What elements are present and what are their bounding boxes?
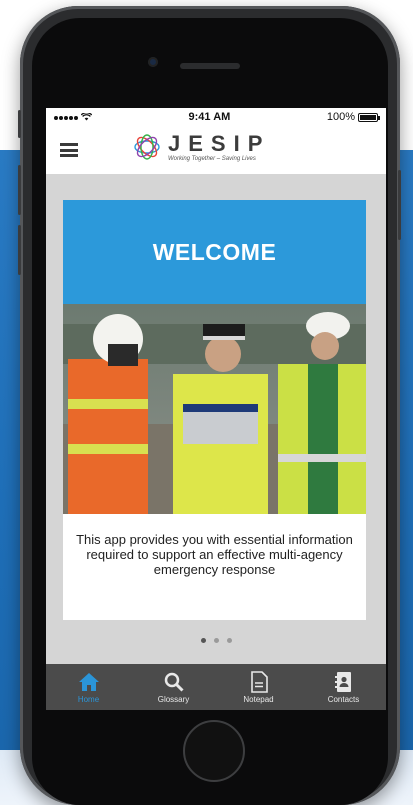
tab-notepad-label: Notepad <box>243 694 274 704</box>
welcome-card[interactable]: WELCOME This app provides you with essen… <box>63 200 366 620</box>
logo-mark-icon <box>134 134 160 160</box>
note-icon <box>250 670 268 693</box>
tab-notepad[interactable]: Notepad <box>216 664 301 710</box>
home-hardware-button[interactable] <box>183 720 245 782</box>
volume-up-button <box>18 165 21 215</box>
page-dot-3[interactable] <box>226 638 232 643</box>
signal-bars-icon <box>54 112 79 123</box>
wifi-icon <box>81 113 92 121</box>
logo-tagline: Working Together – Saving Lives <box>168 155 256 162</box>
battery-percent: 100% <box>326 111 355 123</box>
battery-icon <box>357 112 380 122</box>
earpiece-speaker <box>180 63 240 69</box>
tab-home-label: Home <box>77 694 100 704</box>
responders-photo <box>63 304 366 514</box>
front-camera <box>148 57 158 67</box>
status-time: 9:41 AM <box>188 111 231 123</box>
mute-switch <box>18 110 21 138</box>
page-dot-1[interactable] <box>200 638 206 643</box>
responders-photo-art <box>63 304 366 514</box>
tab-contacts[interactable]: Contacts <box>301 664 386 710</box>
card-title: WELCOME <box>63 200 366 304</box>
page-dot-2[interactable] <box>213 638 219 643</box>
app-header: JESIP Working Together – Saving Lives <box>46 126 386 174</box>
card-description: This app provides you with essential inf… <box>76 532 353 577</box>
tab-home[interactable]: Home <box>46 664 131 710</box>
logo-word: JESIP <box>168 130 271 156</box>
search-icon <box>164 672 184 692</box>
signal-indicator <box>54 112 92 123</box>
home-icon <box>78 672 99 691</box>
tab-bar: Home Glossary Notepad Contacts <box>46 664 386 710</box>
volume-down-button <box>18 225 21 275</box>
battery-indicator: 100% <box>326 111 380 123</box>
power-button <box>398 170 401 240</box>
menu-icon[interactable] <box>60 143 78 157</box>
tab-glossary[interactable]: Glossary <box>131 664 216 710</box>
status-bar: 9:41 AM 100% <box>46 108 386 126</box>
jesip-logo: JESIP Working Together – Saving Lives <box>132 132 270 162</box>
tab-contacts-label: Contacts <box>327 694 360 704</box>
app-screen: 9:41 AM 100% JESIP Working Together – Sa… <box>46 108 386 710</box>
tab-glossary-label: Glossary <box>157 694 190 704</box>
contacts-icon <box>334 671 351 692</box>
page-indicator[interactable] <box>46 638 386 643</box>
